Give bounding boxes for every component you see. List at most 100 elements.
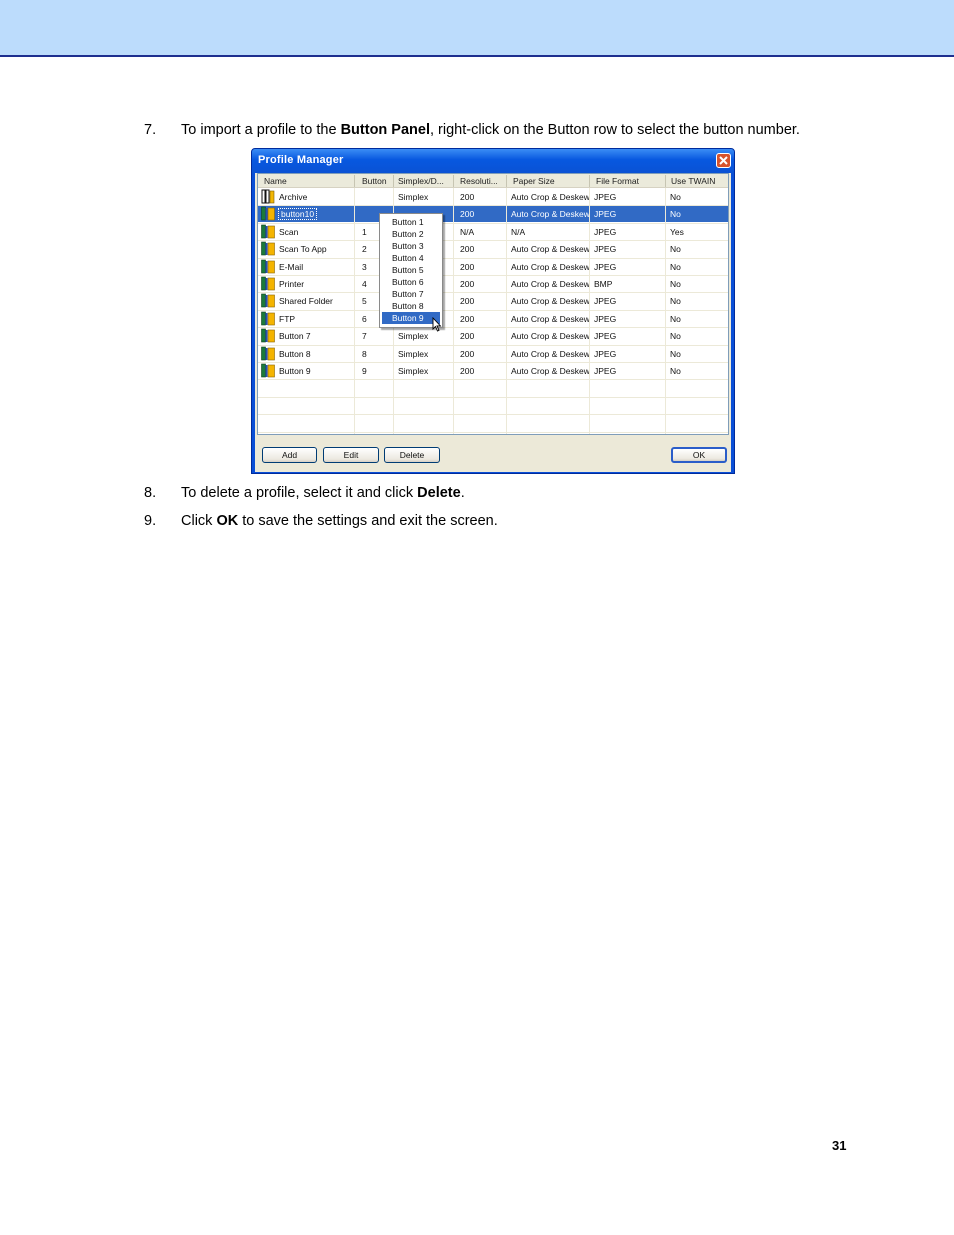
table-row[interactable]: Scan To App 2 200 Auto Crop & Deskew JPEG No <box>258 240 728 257</box>
column-header-paper-size[interactable]: Paper Size <box>513 176 583 186</box>
row-gridline <box>258 379 728 381</box>
table-row[interactable]: button10 200 Auto Crop & Deskew JPEG No <box>258 205 728 223</box>
row-paper: Auto Crop & Deskew <box>511 261 590 272</box>
row-name: Scan To App <box>279 244 327 255</box>
row-twain: No <box>670 366 681 376</box>
menu-item-button-6[interactable]: Button 6 <box>382 276 440 288</box>
row-twain: No <box>670 313 681 324</box>
row-twain: No <box>670 244 681 255</box>
profile-folder-icon <box>261 293 275 308</box>
row-name: Scan <box>279 226 299 237</box>
row-format: JPEG <box>594 192 617 202</box>
row-gridline <box>258 292 728 294</box>
row-gridline <box>258 414 728 416</box>
menu-item-button-1[interactable]: Button 1 <box>382 216 440 228</box>
row-name: E-Mail <box>279 261 304 272</box>
row-name: Button 7 <box>279 331 311 342</box>
menu-item-button-8[interactable]: Button 8 <box>382 300 440 312</box>
ok-button[interactable]: OK <box>671 447 727 463</box>
row-gridline <box>258 362 728 363</box>
column-header-file-format[interactable]: File Format <box>596 176 656 186</box>
list-header: Name Button Simplex/D... Resoluti... Pap… <box>258 174 728 188</box>
row-paper: Auto Crop & Deskew <box>511 313 590 324</box>
row-paper: Auto Crop & Deskew <box>511 192 590 202</box>
profile-folder-icon <box>261 189 275 204</box>
table-row[interactable]: Archive Simplex 200 Auto Crop & Deskew JPEG N… <box>258 188 728 205</box>
menu-item-button-7[interactable]: Button 7 <box>382 288 440 300</box>
row-gridline <box>258 257 728 259</box>
menu-item-button-4[interactable]: Button 4 <box>382 252 440 264</box>
row-name: Printer <box>279 279 305 289</box>
row-gridline <box>258 309 728 311</box>
row-twain: No <box>670 296 681 307</box>
column-header-simplex[interactable]: Simplex/D... <box>398 176 452 186</box>
row-format: JPEG <box>594 348 617 359</box>
row-button: 7 <box>362 331 367 342</box>
row-gridline <box>258 275 728 276</box>
add-button[interactable]: Add <box>262 447 317 463</box>
dialog-title-bar[interactable]: Profile Manager <box>252 149 734 173</box>
row-name: Shared Folder <box>279 296 333 307</box>
row-format: JPEG <box>594 296 617 307</box>
profile-folder-icon <box>261 259 275 274</box>
row-format: JPEG <box>594 244 617 255</box>
column-header-button[interactable]: Button <box>362 176 392 186</box>
table-row[interactable]: Scan 1 N/A N/A JPEG Yes <box>258 223 728 240</box>
table-row[interactable]: Button 8 8 Simplex 200 Auto Crop & Deskew JPE… <box>258 345 728 362</box>
row-paper: Auto Crop & Deskew <box>511 209 590 220</box>
column-header-name[interactable]: Name <box>264 176 354 186</box>
step-8: 8. To delete a profile, select it and cli… <box>144 485 465 501</box>
row-paper: Auto Crop & Deskew <box>511 331 590 342</box>
row-res: N/A <box>460 226 475 237</box>
row-simplex: Simplex <box>398 192 429 202</box>
row-res: 200 <box>460 244 475 255</box>
row-gridline <box>258 222 728 224</box>
row-button: 6 <box>362 313 367 324</box>
row-format: BMP <box>594 279 613 289</box>
row-twain: Yes <box>670 226 684 237</box>
row-gridline <box>258 240 728 242</box>
row-format: JPEG <box>594 331 617 342</box>
row-name: Button 8 <box>279 348 311 359</box>
edit-button[interactable]: Edit <box>323 447 379 463</box>
row-gridline <box>258 327 728 329</box>
row-twain: No <box>670 209 681 220</box>
row-twain: No <box>670 348 681 359</box>
close-icon[interactable] <box>716 153 731 168</box>
menu-item-button-5[interactable]: Button 5 <box>382 264 440 276</box>
column-header-use-twain[interactable]: Use TWAIN <box>671 176 726 186</box>
row-paper: Auto Crop & Deskew <box>511 279 590 289</box>
profile-folder-icon <box>261 276 275 291</box>
dialog-title: Profile Manager <box>258 154 344 166</box>
table-row[interactable]: E-Mail 3 200 Auto Crop & Deskew JPEG No <box>258 258 728 275</box>
menu-item-button-2[interactable]: Button 2 <box>382 228 440 240</box>
step-7: 7. To import a profile to the Button Pane… <box>144 122 800 138</box>
row-format: JPEG <box>594 366 617 376</box>
row-twain: No <box>670 192 681 202</box>
table-row[interactable]: Shared Folder 5 200 Auto Crop & Deskew JPEG N… <box>258 292 728 309</box>
row-res: 200 <box>460 331 475 342</box>
profile-folder-icon <box>261 224 275 239</box>
table-row[interactable]: FTP 6 200 Auto Crop & Deskew JPEG No <box>258 310 728 327</box>
column-header-resolution[interactable]: Resoluti... <box>460 176 504 186</box>
row-button: 1 <box>362 226 367 237</box>
button-context-menu: Button 1 Button 2 Button 3 Button 4 Butt… <box>379 213 443 328</box>
table-row[interactable]: Button 9 9 Simplex 200 Auto Crop & Deskew JPE… <box>258 362 728 379</box>
profile-list[interactable]: Name Button Simplex/D... Resoluti... Pap… <box>257 173 729 435</box>
profile-folder-icon <box>261 311 275 326</box>
table-row[interactable]: Button 7 7 Simplex 200 Auto Crop & Deskew JPE… <box>258 327 728 344</box>
page-number: 31 <box>832 1138 847 1153</box>
profile-folder-icon <box>261 363 275 378</box>
menu-item-button-3[interactable]: Button 3 <box>382 240 440 252</box>
row-res: 200 <box>460 209 475 220</box>
row-button: 9 <box>362 366 367 376</box>
row-paper: Auto Crop & Deskew <box>511 366 590 376</box>
row-res: 200 <box>460 192 475 202</box>
delete-button[interactable]: Delete <box>384 447 440 463</box>
row-name: FTP <box>279 313 296 324</box>
table-row[interactable]: Printer 4 200 Auto Crop & Deskew BMP No <box>258 275 728 292</box>
row-paper: Auto Crop & Deskew <box>511 348 590 359</box>
dialog-body: Name Button Simplex/D... Resoluti... Pap… <box>255 173 731 472</box>
row-button: 8 <box>362 348 367 359</box>
row-paper: Auto Crop & Deskew <box>511 244 590 255</box>
